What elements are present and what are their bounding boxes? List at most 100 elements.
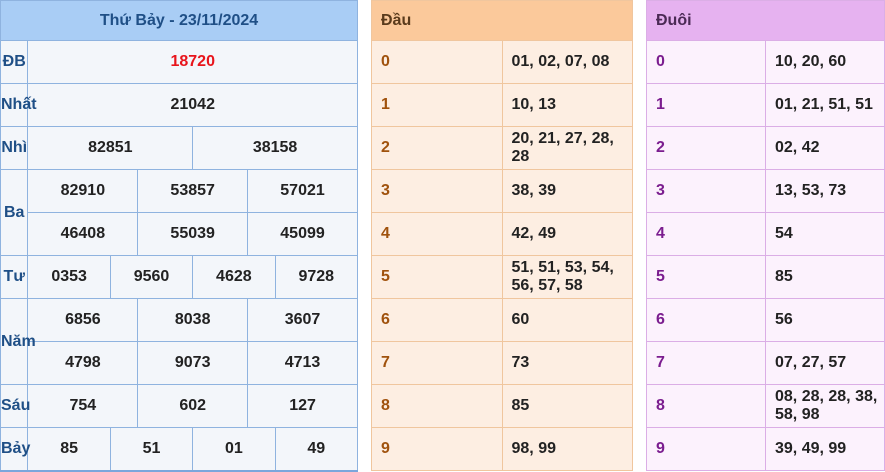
prize-row-ba-2: 46408 55039 45099 <box>1 212 358 256</box>
prize-label-tu: Tư <box>0 255 29 299</box>
duoi-row: 9 39, 49, 99 <box>646 427 885 471</box>
duoi-values: 10, 20, 60 <box>765 40 885 84</box>
duoi-row: 4 54 <box>646 212 885 256</box>
prize-row-bay: Bảy 85 51 01 49 <box>0 427 359 472</box>
prize-number-bay: 51 <box>109 427 194 472</box>
prize-number-sau: 602 <box>137 384 249 428</box>
dau-header-row: Đầu <box>371 0 633 41</box>
prize-row-nhi: Nhì 82851 38158 <box>0 126 358 170</box>
dau-key: 9 <box>371 427 503 471</box>
prize-number-nam: 6856 <box>27 298 139 342</box>
duoi-values: 08, 28, 28, 38, 58, 98 <box>765 384 885 428</box>
prize-number-sau: 127 <box>247 384 358 428</box>
prize-row-db: ĐB 18720 <box>0 40 358 84</box>
prize-row-nam: Năm 6856 8038 3607 <box>0 298 358 385</box>
duoi-row: 1 01, 21, 51, 51 <box>646 83 885 127</box>
dau-key: 1 <box>371 83 503 127</box>
prize-row-tu: Tư 0353 9560 4628 9728 <box>0 255 359 299</box>
prize-number-bay: 49 <box>274 427 359 472</box>
prize-number-nam: 8038 <box>137 298 249 342</box>
dau-row: 7 73 <box>371 341 633 385</box>
dau-values: 38, 39 <box>501 169 633 213</box>
prize-number-nhi: 82851 <box>27 126 194 170</box>
prize-number-ba: 45099 <box>247 212 358 256</box>
prize-row-nhat: Nhất 21042 <box>0 83 358 127</box>
results-table: Thứ Bảy - 23/11/2024 ĐB 18720 Nhất 21042… <box>0 0 359 472</box>
dau-values: 60 <box>501 298 633 342</box>
dau-values: 51, 51, 53, 54, 56, 57, 58 <box>501 255 633 299</box>
duoi-row: 2 02, 42 <box>646 126 885 170</box>
duoi-values: 39, 49, 99 <box>765 427 885 471</box>
prize-label-bay: Bảy <box>0 427 30 472</box>
prize-number-bay: 85 <box>27 427 111 472</box>
dau-key: 5 <box>371 255 503 299</box>
prize-number-ba: 82910 <box>27 169 139 213</box>
duoi-values: 13, 53, 73 <box>765 169 885 213</box>
duoi-row: 6 56 <box>646 298 885 342</box>
duoi-key: 3 <box>646 169 766 213</box>
prize-number-ba: 46408 <box>27 212 139 256</box>
prize-number-bay: 01 <box>192 427 276 472</box>
dau-table: Đầu 0 01, 02, 07, 08 1 10, 13 2 20, 21, 27, 2… <box>371 0 633 471</box>
dau-values: 42, 49 <box>501 212 633 256</box>
dau-key: 6 <box>371 298 503 342</box>
dau-row: 1 10, 13 <box>371 83 633 127</box>
prize-row-sau: Sáu 754 602 127 <box>0 384 358 428</box>
dau-values: 20, 21, 27, 28, 28 <box>501 126 633 170</box>
duoi-row: 0 10, 20, 60 <box>646 40 885 84</box>
duoi-values: 56 <box>765 298 885 342</box>
dau-values: 01, 02, 07, 08 <box>501 40 633 84</box>
prize-number-tu: 9728 <box>274 255 359 299</box>
duoi-key: 7 <box>646 341 766 385</box>
dau-row: 6 60 <box>371 298 633 342</box>
duoi-row: 5 85 <box>646 255 885 299</box>
duoi-key: 9 <box>646 427 766 471</box>
duoi-key: 2 <box>646 126 766 170</box>
dau-key: 4 <box>371 212 503 256</box>
duoi-table: Đuôi 0 10, 20, 60 1 01, 21, 51, 51 2 02, 42 3 1… <box>646 0 885 471</box>
duoi-row: 3 13, 53, 73 <box>646 169 885 213</box>
prize-number-ba: 57021 <box>247 169 358 213</box>
dau-key: 8 <box>371 384 503 428</box>
duoi-header: Đuôi <box>646 0 885 41</box>
duoi-row: 7 07, 27, 57 <box>646 341 885 385</box>
duoi-row: 8 08, 28, 28, 38, 58, 98 <box>646 384 885 428</box>
prize-number-db: 18720 <box>27 40 358 84</box>
duoi-values: 02, 42 <box>765 126 885 170</box>
draw-date-title: Thứ Bảy - 23/11/2024 <box>0 0 358 41</box>
prize-number-ba: 55039 <box>137 212 249 256</box>
prize-number-nam: 3607 <box>247 298 358 342</box>
dau-key: 0 <box>371 40 503 84</box>
prize-number-nam: 4798 <box>27 341 139 385</box>
prize-label-ba: Ba <box>0 169 29 256</box>
dau-row: 8 85 <box>371 384 633 428</box>
prize-number-tu: 4628 <box>192 255 276 299</box>
duoi-key: 1 <box>646 83 766 127</box>
dau-row: 2 20, 21, 27, 28, 28 <box>371 126 633 170</box>
dau-values: 73 <box>501 341 633 385</box>
prize-label-sau: Sáu <box>0 384 30 428</box>
dau-key: 7 <box>371 341 503 385</box>
prize-number-nam: 4713 <box>247 341 358 385</box>
duoi-key: 8 <box>646 384 766 428</box>
duoi-key: 4 <box>646 212 766 256</box>
dau-values: 10, 13 <box>501 83 633 127</box>
dau-values: 85 <box>501 384 633 428</box>
dau-row: 9 98, 99 <box>371 427 633 471</box>
prize-number-sau: 754 <box>27 384 139 428</box>
prize-label-nhi: Nhì <box>0 126 29 170</box>
prize-number-tu: 0353 <box>27 255 111 299</box>
prize-label-nhat: Nhất <box>0 83 37 127</box>
duoi-header-row: Đuôi <box>646 0 885 41</box>
duoi-values: 07, 27, 57 <box>765 341 885 385</box>
duoi-values: 54 <box>765 212 885 256</box>
prize-number-nhat: 21042 <box>27 83 358 127</box>
dau-values: 98, 99 <box>501 427 633 471</box>
dau-key: 3 <box>371 169 503 213</box>
duoi-key: 0 <box>646 40 766 84</box>
duoi-key: 5 <box>646 255 766 299</box>
dau-key: 2 <box>371 126 503 170</box>
prize-number-ba: 53857 <box>137 169 249 213</box>
prize-row-nam-2: 4798 9073 4713 <box>1 341 358 385</box>
prize-number-nhi: 38158 <box>192 126 358 170</box>
